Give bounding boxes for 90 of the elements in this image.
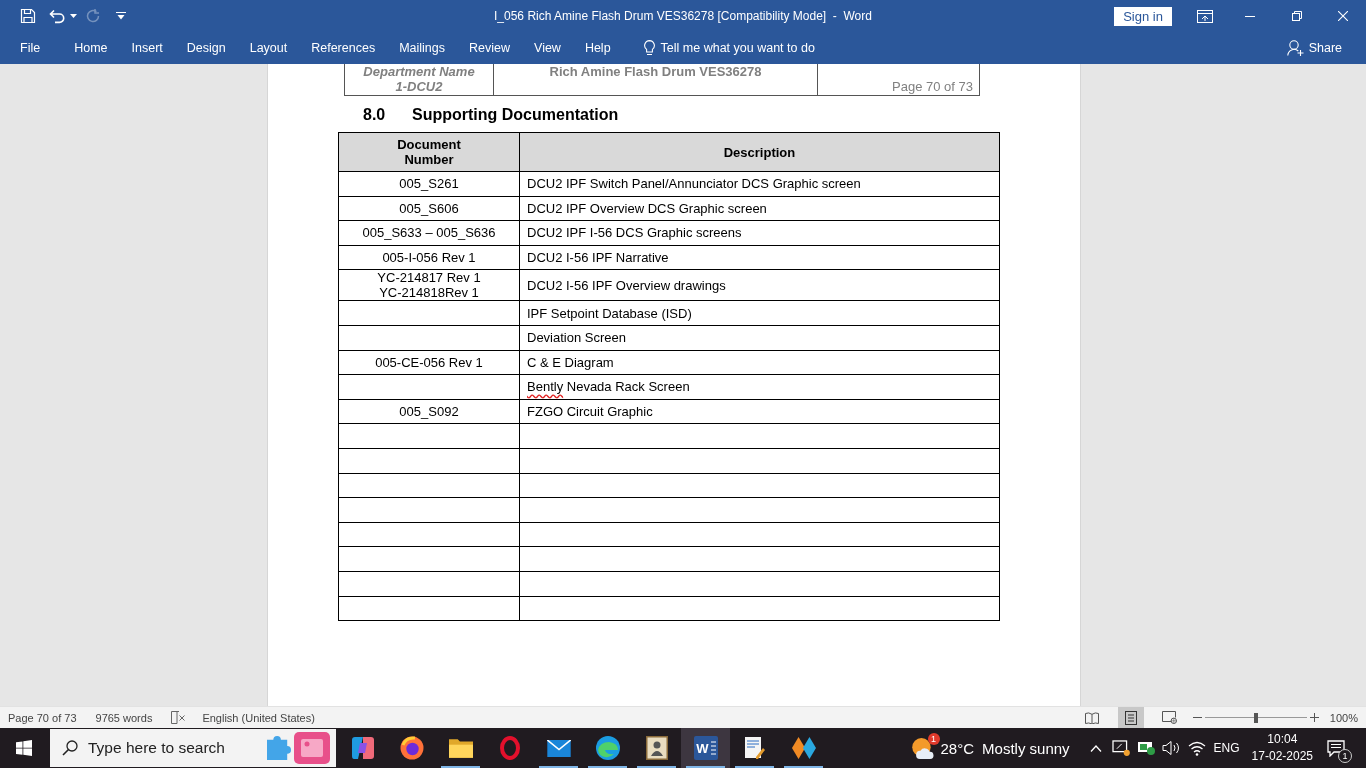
windows-logo-icon [16, 740, 32, 756]
puzzle-icon [267, 736, 291, 760]
search-icon [62, 740, 78, 756]
notification-badge: 1 [1338, 748, 1352, 763]
page-icon [1124, 710, 1137, 725]
tell-me-button[interactable]: Tell me what you want to do [639, 32, 819, 64]
ribbon-tab[interactable]: Home [62, 32, 120, 64]
mail-icon [546, 739, 571, 757]
page-count[interactable]: Page 70 of 73 [8, 711, 77, 724]
print-layout-button[interactable] [1117, 707, 1144, 728]
table-cell: YC-214817 Rev 1 YC-214818Rev 1 [338, 269, 520, 301]
document-pen-icon [744, 737, 765, 759]
wifi-icon[interactable] [1187, 740, 1206, 756]
zoom-slider-thumb[interactable] [1253, 712, 1258, 723]
caret-icon[interactable] [70, 14, 77, 18]
table-cell: C & E Diagram [519, 350, 1000, 375]
share-button[interactable]: Share [1282, 32, 1346, 64]
minimize-icon[interactable] [1245, 15, 1255, 17]
lightbulb-icon [643, 40, 655, 56]
section-heading: Supporting Documentation [412, 105, 619, 125]
table-cell: 005_S606 [338, 196, 520, 221]
sign-in-button[interactable]: Sign in [1114, 6, 1172, 26]
open-book-icon [1084, 711, 1099, 724]
ribbon-tab[interactable]: File [8, 32, 53, 64]
taskbar-button[interactable]: W [681, 728, 730, 768]
ribbon-tab[interactable]: Help [572, 32, 623, 64]
ribbon-options-icon[interactable] [1197, 9, 1213, 23]
ring-icon [499, 736, 520, 760]
table-cell: DCU2 IPF Switch Panel/Annunciator DCS Graphic screen [519, 171, 1000, 197]
ribbon-tab[interactable]: Layout [237, 32, 300, 64]
table-cell: DCU2 IPF I-56 DCS Graphic screens [519, 220, 1000, 246]
word-icon: W [693, 736, 718, 760]
minus-icon[interactable] [1192, 717, 1202, 718]
document-title: Rich Amine Flash Drum VES36278 [549, 64, 762, 79]
browser-icon [399, 736, 424, 760]
zoom-level[interactable]: 100% [1329, 711, 1358, 724]
window-title: I_056 Rich Amine Flash Drum VES36278 [Compatibility Mode] - Word [494, 9, 872, 23]
section-number: 8.0 [363, 105, 387, 125]
table-cell: DCU2 I-56 IPF Overview drawings [519, 269, 1000, 301]
table-cell: 005_S092 [338, 399, 520, 424]
ribbon-tab[interactable]: Review [457, 32, 522, 64]
weather-badge: 1 [927, 732, 940, 745]
table-cell: Deviation Screen [519, 325, 1000, 351]
ribbon-tab[interactable]: References [299, 32, 388, 64]
undo-icon[interactable] [49, 8, 65, 24]
customize-menu-icon[interactable] [116, 12, 126, 20]
table-cell: Bently Nevada Rack Screen [519, 374, 1000, 400]
portrait-frame-icon [645, 736, 668, 760]
department-name: 1-DCU2 [395, 79, 443, 94]
chevron-up-icon[interactable] [1089, 744, 1102, 752]
table-cell: FZGO Circuit Graphic [519, 399, 1000, 424]
folder-icon [448, 738, 473, 758]
temperature[interactable]: 28°C [940, 739, 975, 757]
table-cell: DCU2 IPF Overview DCS Graphic screen [519, 196, 1000, 221]
browser-icon [595, 736, 620, 760]
input-language[interactable]: ENG [1213, 741, 1240, 755]
clock-date[interactable]: 17-02-2025 [1251, 748, 1313, 765]
column-header: Description [519, 132, 1000, 172]
language-indicator[interactable]: English (United States) [202, 711, 315, 724]
proofing-icon[interactable] [171, 711, 186, 724]
page-number: Page 70 of 73 [892, 79, 973, 94]
close-icon[interactable] [1338, 11, 1348, 21]
word-count[interactable]: 9765 words [95, 711, 153, 724]
person-add-icon [1286, 40, 1304, 56]
table-cell: 005_S633 – 005_S636 [338, 220, 520, 246]
ribbon-tab[interactable]: View [522, 32, 573, 64]
header-label: Department Name [363, 64, 475, 79]
volume-icon[interactable] [1161, 740, 1180, 756]
plus-icon[interactable] [1309, 713, 1319, 722]
save-icon[interactable] [20, 8, 36, 24]
card-icon[interactable] [1137, 741, 1155, 755]
table-cell: 005-CE-056 Rev 1 [338, 350, 520, 375]
table-cell: DCU2 I-56 IPF Narrative [519, 245, 1000, 270]
column-header: Document Number [338, 132, 520, 172]
weather-condition[interactable]: Mostly sunny [982, 739, 1070, 757]
table-cell: 005_S261 [338, 171, 520, 197]
table-cell: IPF Setpoint Database (ISD) [519, 300, 1000, 326]
ribbon-tab[interactable]: Mailings [387, 32, 457, 64]
photo-tile-icon [294, 732, 330, 764]
restore-icon[interactable] [1292, 11, 1302, 21]
notification-icon[interactable] [1327, 739, 1345, 757]
display-icon[interactable] [1111, 740, 1130, 756]
swirl-icon [350, 736, 375, 760]
sun-cloud-icon[interactable] [911, 737, 934, 759]
ribbon-tab[interactable]: Insert [119, 32, 175, 64]
diamonds-icon [791, 737, 816, 759]
table-cell: 005-I-056 Rev 1 [338, 245, 520, 270]
clock-time[interactable]: 10:04 [1267, 731, 1298, 748]
web-page-icon [1162, 711, 1178, 724]
ribbon-tab[interactable]: Design [174, 32, 238, 64]
